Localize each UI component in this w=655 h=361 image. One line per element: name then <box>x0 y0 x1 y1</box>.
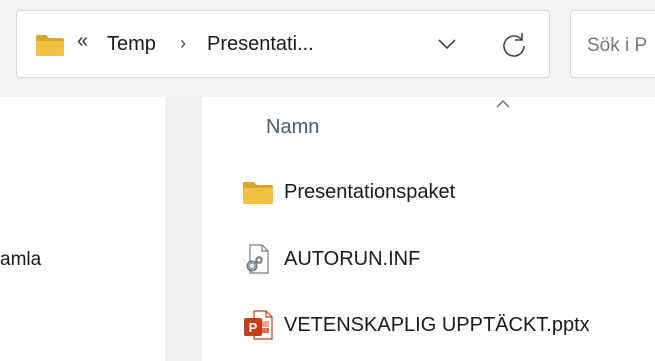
settings-file-icon <box>242 243 274 275</box>
sort-ascending-icon <box>495 97 511 115</box>
breadcrumb-presentationspaket[interactable]: Presentati... <box>207 33 314 56</box>
breadcrumb-temp[interactable]: Temp <box>107 33 156 56</box>
chevron-down-icon[interactable] <box>437 37 457 56</box>
overflow-chevron[interactable]: « <box>77 30 88 53</box>
folder-icon <box>242 176 274 208</box>
file-name: VETENSKAPLIG UPPTÄCKT.pptx <box>284 314 590 336</box>
search-box[interactable]: Sök i P <box>570 10 655 78</box>
file-name: Presentationspaket <box>284 181 456 203</box>
folder-icon <box>35 33 65 62</box>
powerpoint-icon: P <box>242 309 274 341</box>
column-header-name[interactable]: Namn <box>266 116 319 139</box>
list-item[interactable]: AUTORUN.INF <box>242 239 642 279</box>
search-placeholder[interactable]: Sök i P <box>587 35 647 57</box>
toolbar: « Temp › Presentati... Sök i P <box>0 0 655 97</box>
file-name: AUTORUN.INF <box>284 248 421 270</box>
navigation-pane: amla <box>0 97 165 361</box>
refresh-icon[interactable] <box>500 31 528 64</box>
svg-text:P: P <box>249 320 258 335</box>
list-item[interactable]: Presentationspaket <box>242 172 642 212</box>
address-bar[interactable]: « Temp › Presentati... <box>16 10 550 78</box>
file-list: Namn Presentationspaket AUTORUN.INF P VE… <box>202 97 655 361</box>
nav-item-label[interactable]: amla <box>0 249 41 271</box>
pane-splitter[interactable] <box>165 97 202 361</box>
breadcrumb-separator[interactable]: › <box>180 33 186 54</box>
list-item[interactable]: P VETENSKAPLIG UPPTÄCKT.pptx <box>242 305 642 345</box>
